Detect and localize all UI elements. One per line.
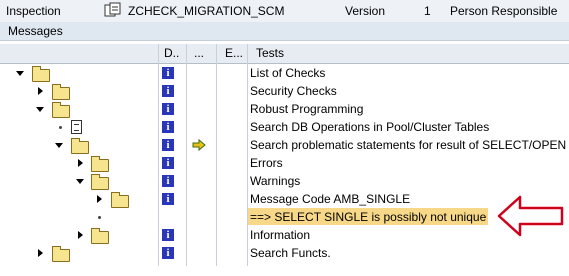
inspection-header: Inspection ZCHECK_MIGRATION_SCM Version … [0, 0, 569, 23]
tree-row-robust-programming[interactable]: i Robust Programming [0, 100, 569, 118]
folder-icon [91, 156, 109, 172]
navigate-arrow-icon[interactable] [192, 138, 206, 152]
folder-open-icon [52, 102, 70, 118]
info-icon: i [162, 193, 174, 205]
tree-row-label: ==> SELECT SINGLE is possibly not unique [250, 210, 487, 224]
tree-row-label: Search problematic statements for result… [250, 138, 567, 152]
column-header-d[interactable]: D.. [164, 46, 179, 60]
info-icon: i [162, 67, 174, 79]
info-icon: i [162, 85, 174, 97]
column-header-tests[interactable]: Tests [256, 46, 284, 60]
tree-row-warnings[interactable]: i Warnings [0, 172, 569, 190]
tree-row-information[interactable]: i Information [0, 226, 569, 244]
expand-arrow-icon[interactable] [78, 159, 83, 167]
collapse-arrow-icon[interactable] [16, 71, 24, 76]
inspection-label: Inspection [6, 4, 61, 18]
tree-row-select-single-warning[interactable]: ==> SELECT SINGLE is possibly not unique [0, 208, 569, 226]
expand-arrow-icon[interactable] [38, 249, 43, 257]
object-icon [104, 2, 121, 17]
tree-leaf-dot [59, 126, 62, 129]
tree-row-label: Security Checks [250, 84, 337, 98]
tree-row-search-db-operations[interactable]: i Search DB Operations in Pool/Cluster T… [0, 118, 569, 136]
tree-leaf-dot [98, 216, 101, 219]
tree-row-security-checks[interactable]: i Security Checks [0, 82, 569, 100]
info-icon: i [162, 157, 174, 169]
collapse-arrow-icon[interactable] [76, 179, 84, 184]
version-value: 1 [424, 4, 431, 18]
collapse-arrow-icon[interactable] [36, 107, 44, 112]
tree-row-list-of-checks[interactable]: i List of Checks [0, 64, 569, 82]
person-responsible-label: Person Responsible [450, 4, 558, 18]
document-icon [71, 120, 82, 134]
tree-row-errors[interactable]: i Errors [0, 154, 569, 172]
tree-row-search-problematic-statements[interactable]: i Search problematic statements for resu… [0, 136, 569, 154]
info-icon: i [162, 175, 174, 187]
info-icon: i [162, 139, 174, 151]
red-pointer-arrow-icon [497, 195, 564, 237]
grid-header: D.. ... E... Tests [0, 44, 569, 64]
tree-row-label: Warnings [250, 174, 301, 188]
messages-bar: Messages [0, 22, 569, 41]
tree-row-label: Errors [250, 156, 283, 170]
info-icon: i [162, 229, 174, 241]
folder-open-icon [91, 174, 109, 190]
tree-row-label: Robust Programming [250, 102, 364, 116]
version-label: Version [345, 4, 386, 18]
folder-icon [52, 84, 70, 100]
folder-open-icon [32, 66, 50, 82]
column-header-dots[interactable]: ... [194, 46, 204, 60]
tree-row-label: Search Functs. [250, 246, 331, 260]
column-header-e[interactable]: E... [225, 46, 243, 60]
messages-title: Messages [8, 24, 63, 38]
tree-row-label: Information [250, 228, 311, 242]
info-icon: i [162, 247, 174, 259]
folder-open-icon [71, 138, 89, 154]
info-icon: i [162, 103, 174, 115]
info-icon: i [162, 121, 174, 133]
tree-row-label: Search DB Operations in Pool/Cluster Tab… [250, 120, 490, 134]
collapse-arrow-icon[interactable] [55, 143, 63, 148]
expand-arrow-icon[interactable] [38, 87, 43, 95]
tree-row-label: List of Checks [250, 66, 326, 80]
tree-row-message-code[interactable]: i Message Code AMB_SINGLE [0, 190, 569, 208]
messages-tree-grid: D.. ... E... Tests i List of Checks i Se… [0, 44, 569, 266]
expand-arrow-icon[interactable] [78, 231, 83, 239]
object-name: ZCHECK_MIGRATION_SCM [128, 4, 285, 18]
folder-icon [111, 192, 129, 208]
tree-row-label: Message Code AMB_SINGLE [250, 192, 411, 206]
folder-icon [91, 228, 109, 244]
folder-icon [52, 246, 70, 262]
tree-row-search-functs[interactable]: i Search Functs. [0, 244, 569, 262]
expand-arrow-icon[interactable] [97, 195, 102, 203]
